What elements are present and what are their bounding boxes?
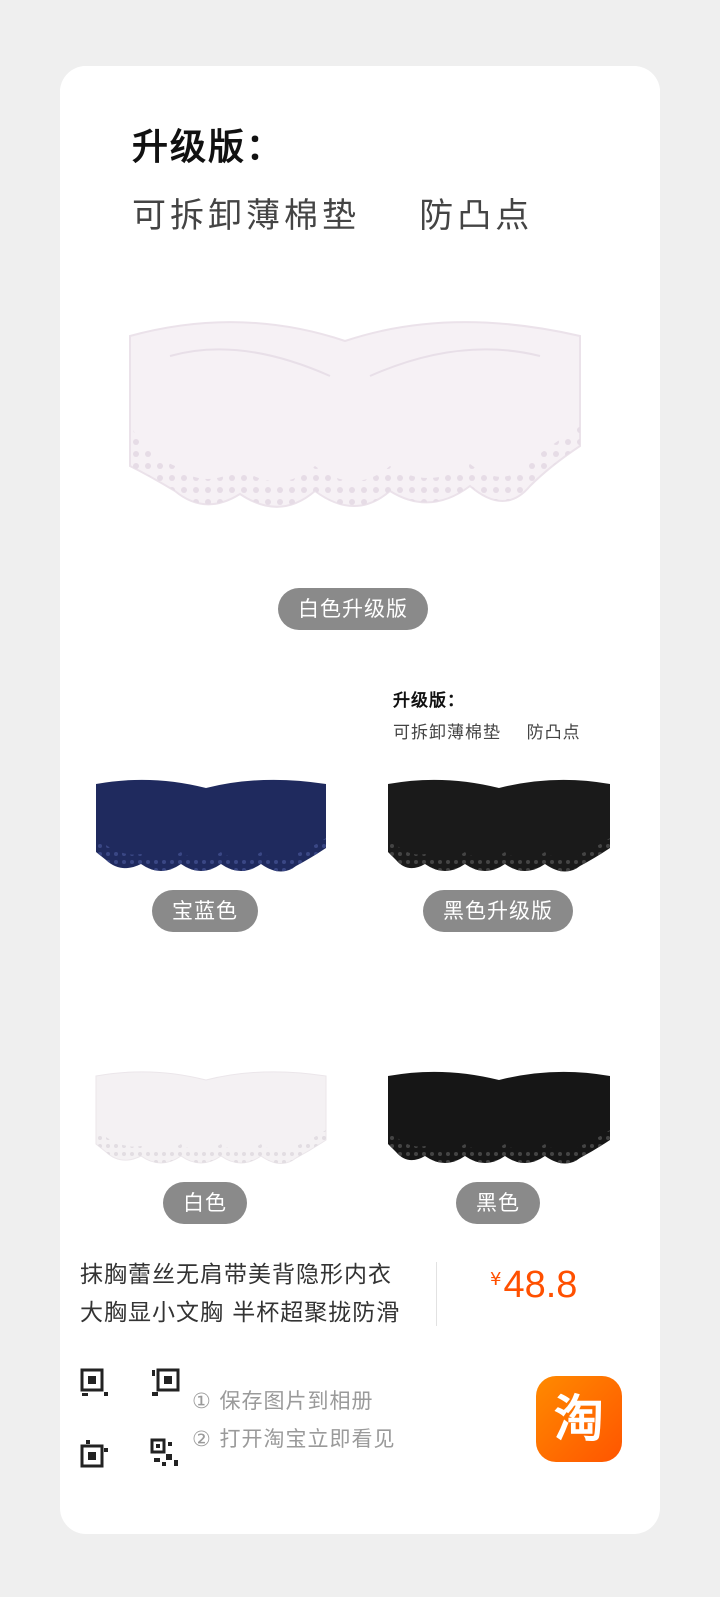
price-currency: ¥ bbox=[490, 1269, 502, 1290]
variant-label-white: 白色 bbox=[163, 1182, 247, 1224]
price: ¥48.8 bbox=[490, 1264, 577, 1307]
bra-image-black-upgrade bbox=[388, 779, 610, 872]
bra-image-white bbox=[95, 1071, 327, 1164]
product-image[interactable]: 升级版： 可拆卸薄棉垫 防凸点 白色升级版 升级版： 可拆卸薄棉垫 防凸点 宝蓝… bbox=[60, 66, 660, 1236]
product-title[interactable]: 抹胸蕾丝无肩带美背隐形内衣 大胸显小文胸 半杯超聚拢防滑 bbox=[80, 1256, 410, 1332]
variant-label-black: 黑色 bbox=[456, 1182, 540, 1224]
taobao-logo-icon[interactable]: 淘 bbox=[536, 1376, 622, 1462]
bra-image-black bbox=[388, 1071, 610, 1164]
variant-label-black-upgrade: 黑色升级版 bbox=[423, 890, 573, 932]
callout-subtitle: 可拆卸薄棉垫 防凸点 bbox=[393, 723, 581, 743]
hero-subtitle: 可拆卸薄棉垫 防凸点 bbox=[132, 196, 534, 236]
qr-code-icon[interactable] bbox=[80, 1368, 110, 1398]
variant-label-white-upgrade: 白色升级版 bbox=[278, 588, 428, 630]
bra-image-white-upgrade bbox=[129, 321, 581, 508]
qr-code-icon[interactable] bbox=[150, 1438, 180, 1468]
price-amount: 48.8 bbox=[503, 1264, 578, 1306]
share-card: 升级版： 可拆卸薄棉垫 防凸点 白色升级版 升级版： 可拆卸薄棉垫 防凸点 宝蓝… bbox=[60, 66, 660, 1534]
step-save-image: ① 保存图片到相册 bbox=[192, 1389, 374, 1413]
qr-code-icon[interactable] bbox=[80, 1438, 110, 1468]
divider bbox=[436, 1262, 437, 1326]
bra-image-royal-blue bbox=[96, 779, 326, 872]
variant-label-royal-blue: 宝蓝色 bbox=[152, 890, 258, 932]
callout-title: 升级版： bbox=[393, 691, 465, 711]
share-steps: ① 保存图片到相册 ② 打开淘宝立即看见 bbox=[192, 1382, 396, 1458]
step-open-taobao: ② 打开淘宝立即看见 bbox=[192, 1427, 396, 1451]
hero-title: 升级版： bbox=[132, 127, 285, 168]
qr-code-icon[interactable] bbox=[150, 1368, 180, 1398]
